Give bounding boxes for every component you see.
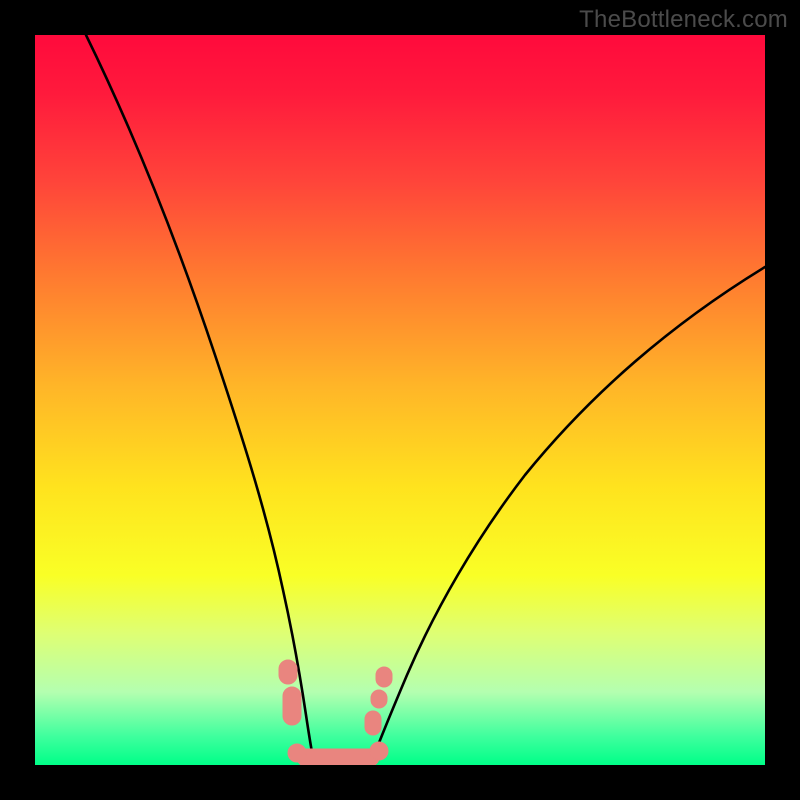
marker-floor-right-nub bbox=[370, 742, 388, 760]
curve-layer bbox=[35, 35, 765, 765]
marker-right-bottom bbox=[365, 711, 381, 735]
marker-right-top bbox=[376, 667, 392, 687]
marker-group bbox=[279, 660, 392, 765]
outer-frame: TheBottleneck.com bbox=[0, 0, 800, 800]
watermark-text: TheBottleneck.com bbox=[579, 6, 788, 34]
left-curve bbox=[86, 35, 313, 758]
marker-floor-left-nub bbox=[288, 744, 306, 762]
marker-left-top bbox=[279, 660, 297, 684]
right-curve bbox=[373, 267, 765, 758]
marker-left-bottom bbox=[283, 687, 301, 725]
plot-area bbox=[35, 35, 765, 765]
marker-floor bbox=[297, 749, 379, 765]
marker-right-mid bbox=[371, 690, 387, 708]
